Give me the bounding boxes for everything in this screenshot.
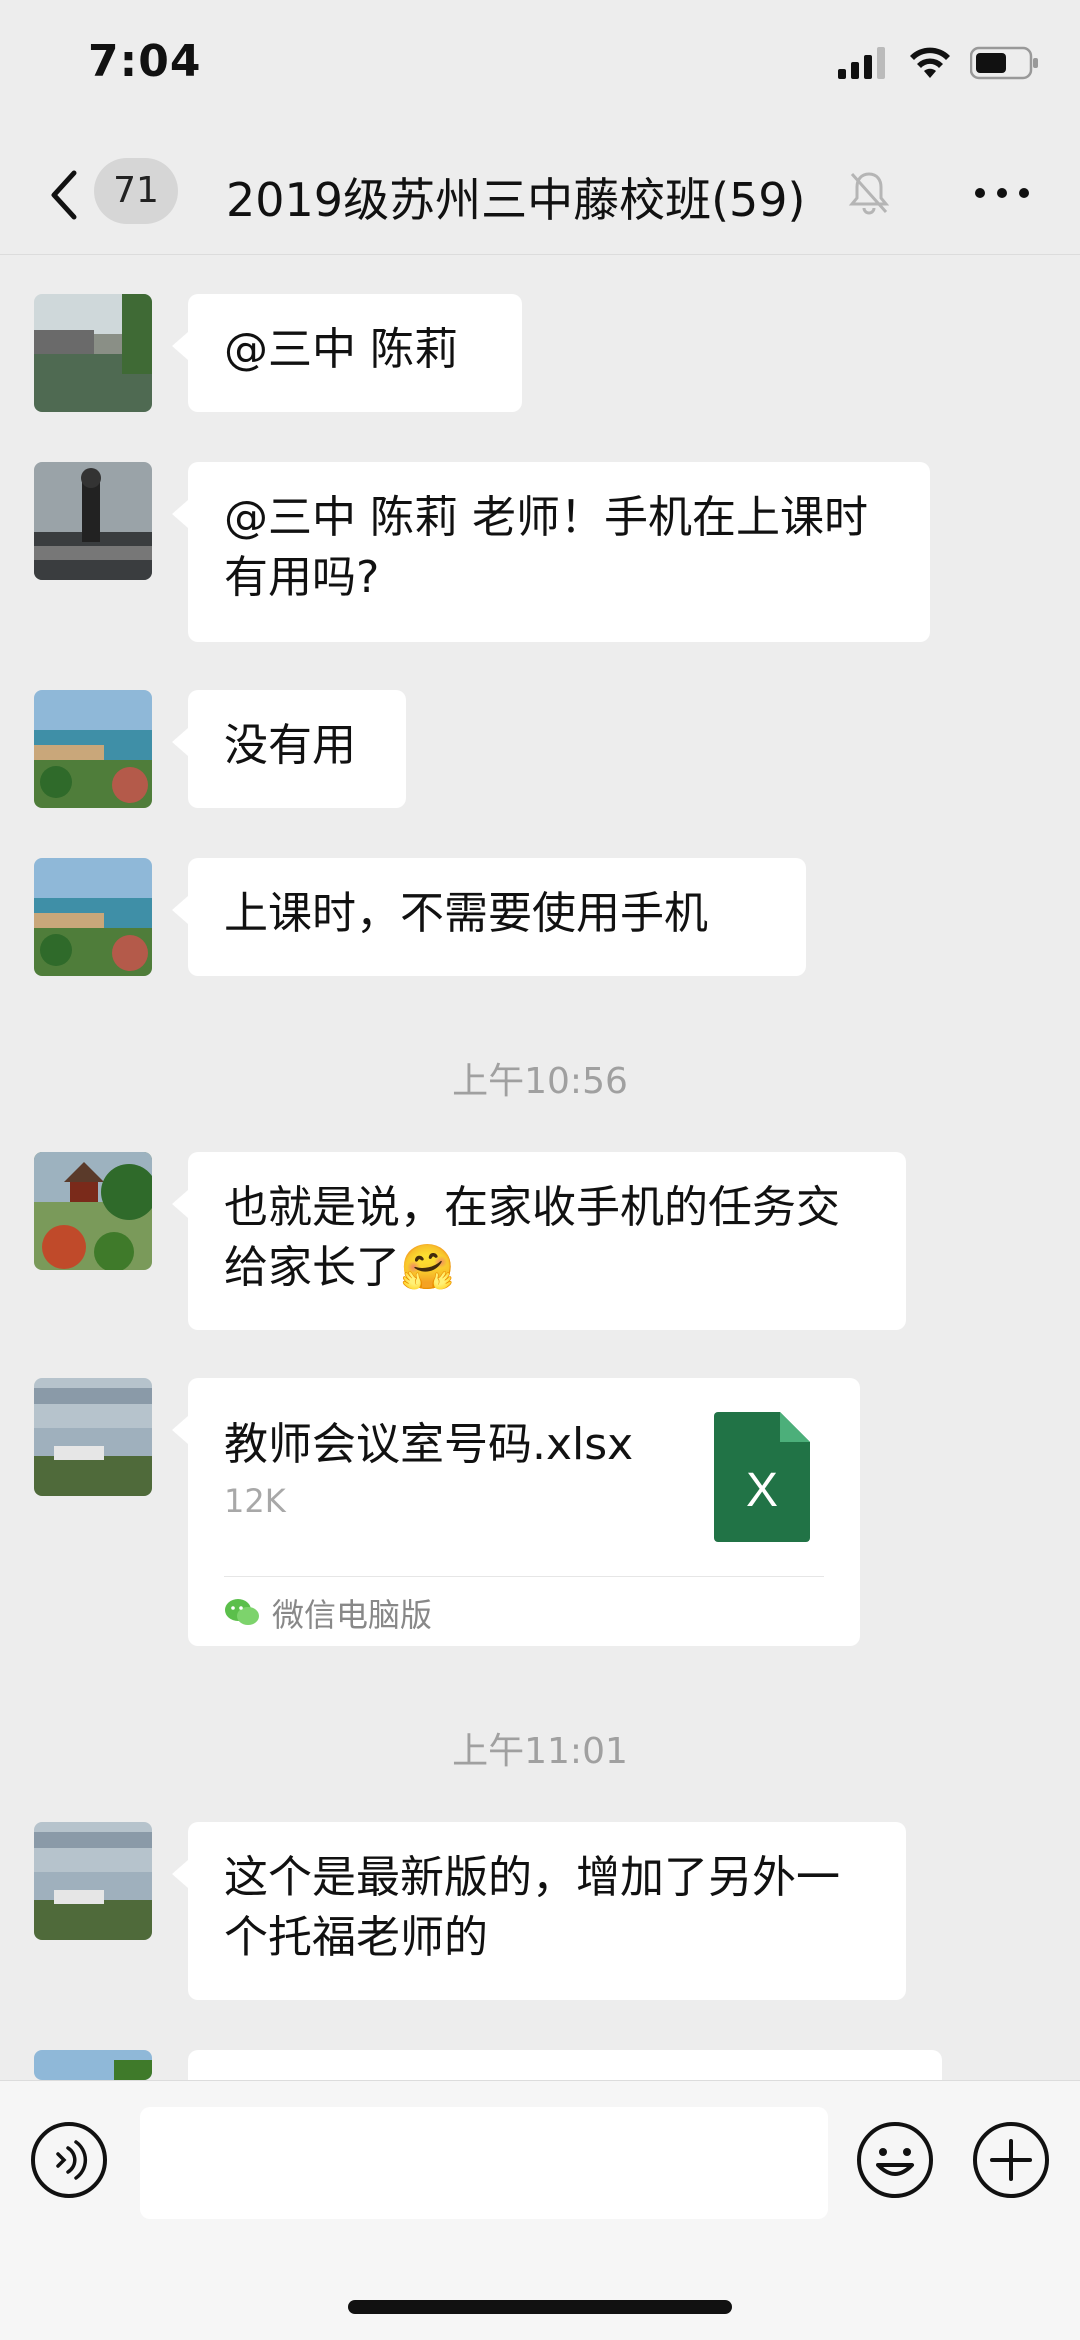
back-arrow-icon[interactable]	[44, 165, 84, 225]
divider	[224, 1576, 824, 1577]
message-text: @三中 陈莉 老师！手机在上课时有用吗?	[224, 492, 868, 603]
wifi-icon	[910, 47, 950, 78]
message-text: 也就是说，在家收手机的任务交给家长了🤗	[224, 1182, 840, 1293]
timestamp: 上午11:01	[452, 1731, 628, 1772]
status-bar: 7:04	[0, 0, 1080, 140]
message-bubble[interactable]: 上课时，不需要使用手机	[172, 858, 806, 976]
excel-icon-letter: X	[746, 1464, 778, 1517]
voice-input-icon[interactable]	[30, 2121, 108, 2199]
avatar[interactable]	[34, 1822, 152, 1940]
message-bubble[interactable]: @三中 陈莉	[172, 294, 522, 412]
emoji-icon[interactable]	[856, 2121, 934, 2199]
message-bubble[interactable]: 也就是说，在家收手机的任务交给家长了🤗	[172, 1152, 906, 1330]
message-text: 上课时，不需要使用手机	[224, 888, 708, 939]
file-source: 微信电脑版	[224, 1590, 432, 1636]
message-input[interactable]	[140, 2107, 828, 2219]
file-size: 12K	[224, 1482, 286, 1520]
home-indicator[interactable]	[348, 2300, 732, 2314]
message-bubble[interactable]: 这个是最新版的，增加了另外一个托福老师的	[172, 1822, 906, 2000]
message-text: 这个是最新版的，增加了另外一个托福老师的	[224, 1852, 840, 1963]
file-message[interactable]: 教师会议室号码.xlsx 12K X 微信电脑版	[172, 1378, 860, 1646]
wechat-icon	[225, 1599, 259, 1625]
plus-icon[interactable]	[972, 2121, 1050, 2199]
file-name: 教师会议室号码.xlsx	[224, 1419, 634, 1470]
unread-count-badge[interactable]: 71	[94, 158, 178, 224]
excel-file-icon: X	[714, 1412, 810, 1542]
avatar[interactable]	[34, 462, 152, 580]
file-source-label: 微信电脑版	[272, 1596, 433, 1634]
timestamp: 上午10:56	[452, 1061, 628, 1102]
message-bubble[interactable]: 没有用	[172, 690, 406, 808]
avatar[interactable]	[34, 858, 152, 976]
avatar[interactable]	[34, 294, 152, 412]
avatar[interactable]	[34, 2050, 152, 2080]
message-text: @三中 陈莉	[224, 324, 458, 375]
avatar[interactable]	[34, 690, 152, 808]
chat-title[interactable]: 2019级苏州三中藤校班(59)	[226, 164, 806, 230]
message-bubble[interactable]: @三中 陈莉 老师！手机在上课时有用吗?	[172, 462, 930, 642]
message-text: 没有用	[224, 720, 356, 771]
status-time: 7:04	[88, 36, 202, 87]
more-options-icon[interactable]	[972, 178, 1032, 208]
signal-icon	[838, 47, 885, 79]
mute-bell-icon	[848, 172, 890, 215]
chat-header: 71 2019级苏州三中藤校班(59)	[0, 140, 1080, 255]
avatar[interactable]	[34, 1378, 152, 1496]
avatar[interactable]	[34, 1152, 152, 1270]
battery-icon	[970, 46, 1038, 80]
message-bubble-partial[interactable]	[188, 2050, 942, 2080]
status-icons	[838, 46, 1040, 80]
